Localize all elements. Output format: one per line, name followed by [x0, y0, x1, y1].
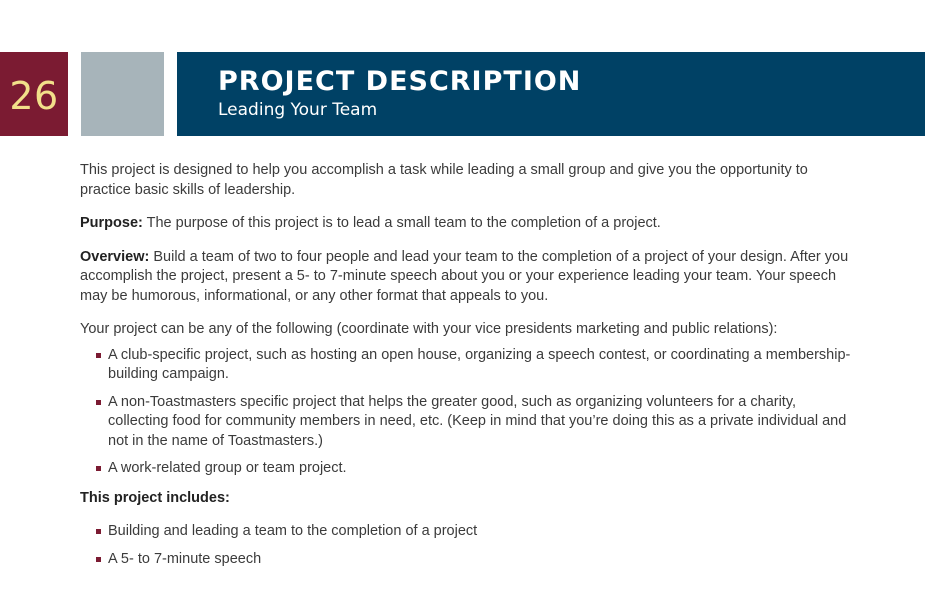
purpose-text: The purpose of this project is to lead a…: [142, 215, 661, 231]
square-bullet-icon: [96, 529, 101, 534]
purpose-label: Purpose:: [80, 215, 143, 231]
title-banner: PROJECT DESCRIPTION Leading Your Team: [177, 52, 925, 136]
options-intro: Your project can be any of the following…: [80, 321, 778, 337]
square-bullet-icon: [96, 466, 101, 471]
project-options-list: A club-specific project, such as hosting…: [80, 346, 860, 479]
page-subtitle: Leading Your Team: [218, 100, 378, 120]
list-item-text: A work-related group or team project.: [108, 460, 347, 476]
project-description-body: This project is designed to help you acc…: [80, 161, 860, 579]
list-item-text: A non-Toastmasters specific project that…: [108, 393, 847, 449]
purpose-paragraph: Purpose: The purpose of this project is …: [80, 214, 860, 234]
list-item-text: Building and leading a team to the compl…: [108, 523, 478, 539]
square-bullet-icon: [96, 399, 101, 405]
includes-heading: This project includes:: [80, 489, 230, 506]
square-bullet-icon: [96, 352, 101, 358]
list-item-text: A club-specific project, such as hosting…: [108, 346, 851, 383]
intro-paragraph: This project is designed to help you acc…: [80, 162, 808, 198]
list-item: A club-specific project, such as hosting…: [80, 346, 860, 385]
page-number-box: 26: [0, 52, 68, 136]
list-item: A 5- to 7-minute speech: [80, 550, 860, 570]
overview-text: Build a team of two to four people and l…: [80, 248, 849, 304]
list-item: Building and leading a team to the compl…: [80, 522, 860, 542]
overview-paragraph: Overview: Build a team of two to four pe…: [80, 248, 860, 307]
list-item: A non-Toastmasters specific project that…: [80, 393, 860, 452]
page-number: 26: [9, 74, 59, 118]
list-item: A work-related group or team project.: [80, 459, 860, 479]
overview-label: Overview:: [80, 248, 150, 265]
project-includes-list: Building and leading a team to the compl…: [80, 522, 860, 569]
square-bullet-icon: [96, 556, 101, 562]
decorative-grey-block: [81, 52, 164, 136]
page-title: PROJECT DESCRIPTION: [218, 66, 582, 97]
list-item-text: A 5- to 7-minute speech: [108, 550, 262, 567]
